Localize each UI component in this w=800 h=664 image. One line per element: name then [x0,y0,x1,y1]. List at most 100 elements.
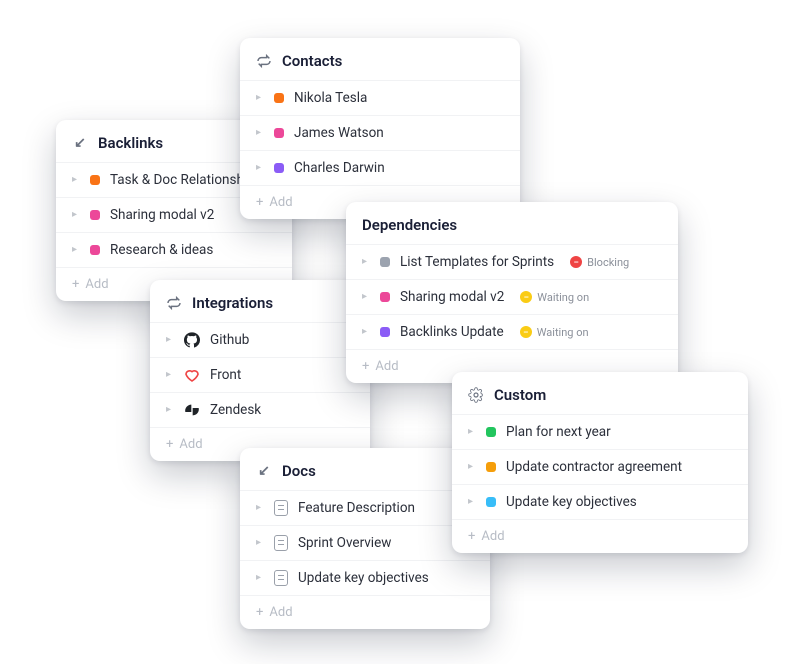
status-bullet [90,210,100,220]
status-bullet [274,128,284,138]
card-header: Custom [452,372,748,414]
chevron-right-icon: ▸ [166,370,174,380]
chevron-right-icon: ▸ [256,573,264,583]
status-bullet [90,245,100,255]
chevron-right-icon: ▸ [468,497,476,507]
chevron-right-icon: ▸ [362,292,370,302]
item-label: Sharing modal v2 [400,289,504,305]
list-item[interactable]: ▸ Update contractor agreement [452,449,748,484]
gear-icon [468,387,484,403]
item-label: Update contractor agreement [506,459,682,475]
chevron-right-icon: ▸ [72,210,80,220]
list-item[interactable]: ▸ Nikola Tesla [240,80,520,115]
card-title: Docs [282,462,316,480]
sync-icon [256,53,272,69]
status-dot-icon: – [520,326,532,338]
list-item[interactable]: ▸ Update key objectives [240,560,490,595]
status-bullet [380,257,390,267]
status-text: Waiting on [537,326,589,339]
status-dot-icon: – [570,256,582,268]
item-label: Research & ideas [110,242,213,258]
card-header: Contacts [240,38,520,80]
document-icon [274,570,288,586]
item-label: Charles Darwin [294,160,385,176]
item-label: Update key objectives [506,494,637,510]
document-icon [274,535,288,551]
status-badge: –Blocking [570,256,629,269]
chevron-right-icon: ▸ [256,128,264,138]
card-body: ▸ Github ▸ Front ▸ Zendesk [150,322,370,427]
item-label: Nikola Tesla [294,90,367,106]
list-item[interactable]: ▸ Zendesk [150,392,370,427]
chevron-right-icon: ▸ [362,257,370,267]
item-label: Plan for next year [506,424,611,440]
front-icon [184,367,200,383]
status-bullet [274,163,284,173]
status-bullet [274,93,284,103]
list-item[interactable]: ▸ List Templates for Sprints –Blocking [346,244,678,279]
document-icon [274,500,288,516]
arrow-in-icon: ↙ [72,135,88,151]
list-item[interactable]: ▸Backlinks Update–Waiting on [346,314,678,349]
chevron-right-icon: ▸ [166,335,174,345]
list-item[interactable]: ▸ Plan for next year [452,414,748,449]
status-bullet [380,327,390,337]
card-header: Dependencies [346,202,678,244]
card-title: Contacts [282,52,342,70]
card-integrations: Integrations ▸Github▸Front▸Zendesk + Add [150,280,370,461]
item-label: Front [210,367,241,383]
item-label: Github [210,332,249,348]
status-bullet [90,175,100,185]
card-dependencies: Dependencies ▸ List Templates for Sprints… [346,202,678,383]
arrow-in-icon: ↙ [256,463,272,479]
status-bullet [486,462,496,472]
card-title: Backlinks [98,134,163,152]
item-label: Update key objectives [298,570,429,586]
chevron-right-icon: ▸ [256,93,264,103]
list-item[interactable]: ▸ Update key objectives [452,484,748,519]
chevron-right-icon: ▸ [72,245,80,255]
sync-icon [166,295,182,311]
status-text: Blocking [587,256,629,269]
list-item[interactable]: ▸ Sharing modal v2 –Waiting on [346,279,678,314]
list-item[interactable]: ▸ Research & ideas [56,232,292,267]
chevron-right-icon: ▸ [256,503,264,513]
card-body: ▸ Nikola Tesla ▸ James Watson ▸ Charles Darwi… [240,80,520,185]
item-label: James Watson [294,125,384,141]
list-item[interactable]: ▸ Github [150,322,370,357]
list-item[interactable]: ▸ Front [150,357,370,392]
card-contacts: Contacts ▸ Nikola Tesla ▸ James Watson ▸ Char… [240,38,520,219]
card-title: Dependencies [362,216,457,234]
list-item[interactable]: ▸ James Watson [240,115,520,150]
zendesk-icon [184,402,200,418]
status-bullet [486,427,496,437]
chevron-right-icon: ▸ [256,538,264,548]
chevron-right-icon: ▸ [72,175,80,185]
chevron-right-icon: ▸ [468,462,476,472]
item-label: Sprint Overview [298,535,391,551]
status-badge: –Waiting on [520,326,589,339]
chevron-right-icon: ▸ [468,427,476,437]
item-label: Task & Doc Relationships [110,172,262,188]
card-header: Integrations [150,280,370,322]
card-title: Custom [494,386,546,404]
item-label: Feature Description [298,500,415,516]
chevron-right-icon: ▸ [166,405,174,415]
card-custom: Custom ▸ Plan for next year ▸ Update contra… [452,372,748,553]
item-label: Backlinks Update [400,324,504,340]
status-dot-icon: – [520,291,532,303]
status-text: Waiting on [537,291,589,304]
status-badge: –Waiting on [520,291,589,304]
item-label: Zendesk [210,402,261,418]
item-label: List Templates for Sprints [400,254,554,270]
add-button[interactable]: + Add [452,519,748,553]
card-body: ▸ Plan for next year ▸ Update contractor ag… [452,414,748,519]
list-item[interactable]: ▸ Charles Darwin [240,150,520,185]
card-body: ▸List Templates for Sprints–Blocking▸Sha… [346,244,678,349]
add-button[interactable]: + Add [240,595,490,629]
github-icon [184,332,200,348]
card-title: Integrations [192,294,273,312]
item-label: Sharing modal v2 [110,207,214,223]
status-bullet [380,292,390,302]
chevron-right-icon: ▸ [256,163,264,173]
